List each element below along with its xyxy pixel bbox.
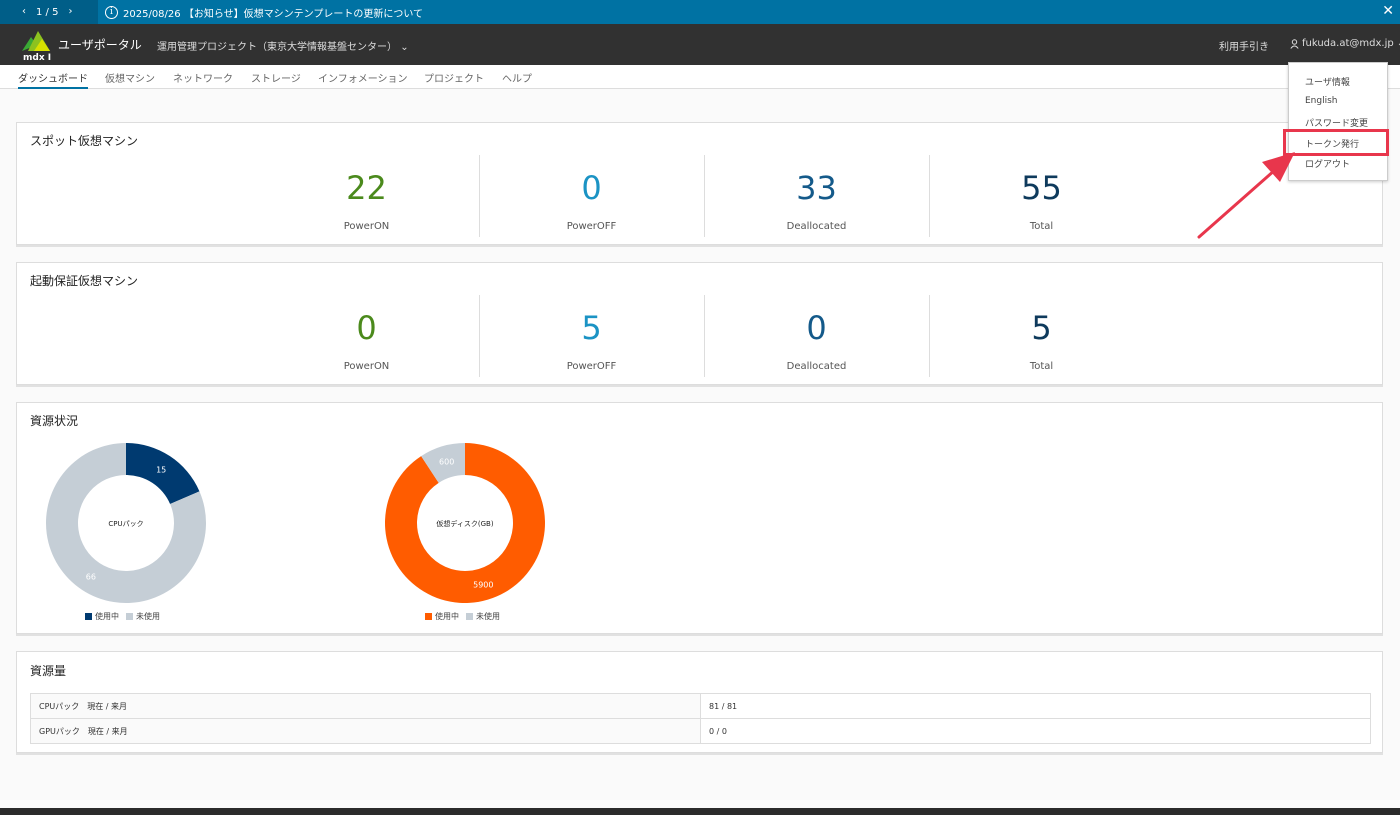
stat-label: Deallocated [786, 221, 847, 232]
tab-information[interactable]: インフォメーション [318, 70, 408, 89]
stat-value: 5 [1031, 309, 1052, 347]
stat-label: PowerON [343, 361, 390, 372]
legend-item-used[interactable]: 使用中 [85, 611, 119, 622]
legend-label: 未使用 [476, 612, 500, 621]
legend-label: 使用中 [435, 612, 459, 621]
stat-value: 5 [581, 309, 602, 347]
menu-item-user-info[interactable]: ユーザ情報 [1305, 75, 1350, 88]
annotation-arrow-icon [1197, 152, 1295, 239]
stat-label: PowerOFF [566, 361, 617, 372]
resource-status-card: 資源状況 CPUパック 15 66 使用中 未使用 仮想ディスク(GB) 590… [16, 402, 1383, 634]
stat-total: 55 Total [929, 155, 1154, 237]
main-nav: ダッシュボード 仮想マシン ネットワーク ストレージ インフォメーション プロジ… [0, 65, 1400, 89]
stat-label: PowerON [343, 221, 390, 232]
table-cell-value: 0 / 0 [700, 718, 1371, 744]
resource-amount-table: CPUパック 現在 / 来月 81 / 81 GPUパック 現在 / 来月 0 … [30, 693, 1371, 744]
cpu-unused-value: 66 [86, 572, 96, 581]
notice-pager: ‹ 1 / 5 › [0, 0, 98, 24]
stat-label: Total [1029, 361, 1054, 372]
prev-notice-button[interactable]: ‹ [22, 6, 26, 18]
project-selector[interactable]: 運用管理プロジェクト（東京大学情報基盤センター） ⌄ [157, 38, 409, 53]
tab-virtual-machines[interactable]: 仮想マシン [105, 70, 155, 89]
disk-unused-value: 600 [439, 458, 454, 467]
menu-item-logout[interactable]: ログアウト [1305, 157, 1350, 170]
tab-network[interactable]: ネットワーク [173, 70, 233, 89]
user-email: fukuda.at@mdx.jp [1302, 38, 1394, 49]
resource-amount-card: 資源量 CPUパック 現在 / 来月 81 / 81 GPUパック 現在 / 来… [16, 651, 1383, 753]
project-name: 運用管理プロジェクト（東京大学情報基盤センター） [157, 42, 397, 53]
menu-item-change-password[interactable]: パスワード変更 [1305, 116, 1368, 129]
disk-used-value: 5900 [473, 580, 493, 589]
app-header: mdx I ユーザポータル 運用管理プロジェクト（東京大学情報基盤センター） ⌄… [0, 24, 1400, 65]
stat-value: 33 [796, 169, 837, 207]
app-title[interactable]: ユーザポータル [58, 36, 142, 53]
table-cell-key: CPUパック 現在 / 来月 [30, 693, 701, 719]
card-title: 起動保証仮想マシン [30, 274, 139, 288]
legend-item-unused[interactable]: 未使用 [126, 611, 160, 622]
table-row: GPUパック 現在 / 来月 0 / 0 [30, 718, 1371, 744]
stat-total: 5 Total [929, 295, 1154, 377]
cpu-used-value: 15 [156, 466, 166, 475]
stat-power-on: 22 PowerON [254, 155, 479, 237]
card-title: 資源状況 [30, 414, 79, 428]
stat-power-on: 0 PowerON [254, 295, 479, 377]
cpu-donut-chart[interactable]: CPUパック 15 66 [45, 442, 207, 604]
card-title: 資源量 [30, 664, 67, 678]
tab-storage[interactable]: ストレージ [251, 70, 301, 89]
stat-value: 0 [581, 169, 602, 207]
spot-vm-card: スポット仮想マシン 22 PowerON 0 PowerOFF 33 Deall… [16, 122, 1383, 245]
stat-deallocated: 33 Deallocated [704, 155, 929, 237]
table-cell-key: GPUパック 現在 / 来月 [30, 718, 701, 744]
legend-item-used[interactable]: 使用中 [425, 611, 459, 622]
stat-value: 22 [346, 169, 387, 207]
notice-text[interactable]: 2025/08/26 【お知らせ】仮想マシンテンプレートの更新について [123, 5, 423, 20]
mdx-logo[interactable]: mdx I [20, 27, 54, 61]
cpu-legend: 使用中 未使用 [85, 611, 160, 622]
tab-dashboard[interactable]: ダッシュボード [18, 70, 88, 89]
user-menu-button[interactable]: fukuda.at@mdx.jp ⌄ [1290, 38, 1400, 49]
stat-deallocated: 0 Deallocated [704, 295, 929, 377]
stat-label: Deallocated [786, 361, 847, 372]
legend-swatch [466, 613, 473, 620]
manual-link[interactable]: 利用手引き [1219, 38, 1269, 53]
legend-swatch [425, 613, 432, 620]
legend-swatch [85, 613, 92, 620]
stat-power-off: 5 PowerOFF [479, 295, 704, 377]
tab-project[interactable]: プロジェクト [424, 70, 484, 89]
next-notice-button[interactable]: › [68, 6, 72, 18]
logo-text: mdx I [23, 53, 51, 61]
table-cell-value: 81 / 81 [700, 693, 1371, 719]
legend-swatch [126, 613, 133, 620]
legend-item-unused[interactable]: 未使用 [466, 611, 500, 622]
card-title: スポット仮想マシン [30, 134, 139, 148]
stat-value: 0 [806, 309, 827, 347]
disk-legend: 使用中 未使用 [425, 611, 500, 622]
legend-label: 使用中 [95, 612, 119, 621]
stat-power-off: 0 PowerOFF [479, 155, 704, 237]
guaranteed-vm-card: 起動保証仮想マシン 0 PowerON 5 PowerOFF 0 Dealloc… [16, 262, 1383, 385]
cpu-center-label: CPUパック [108, 520, 143, 528]
info-icon: i [105, 5, 118, 19]
stat-label: Total [1029, 221, 1054, 232]
disk-donut-chart[interactable]: 仮想ディスク(GB) 5900 600 [384, 442, 546, 604]
disk-center-label: 仮想ディスク(GB) [436, 519, 493, 528]
chevron-down-icon: ⌄ [400, 42, 409, 53]
close-notice-button[interactable]: ✕ [1382, 3, 1394, 19]
tab-help[interactable]: ヘルプ [502, 70, 532, 89]
stat-value: 55 [1021, 169, 1062, 207]
stat-label: PowerOFF [566, 221, 617, 232]
stat-value: 0 [356, 309, 377, 347]
menu-item-english[interactable]: English [1305, 96, 1338, 106]
table-row: CPUパック 現在 / 来月 81 / 81 [30, 693, 1371, 719]
notice-bar: ‹ 1 / 5 › i 2025/08/26 【お知らせ】仮想マシンテンプレート… [0, 0, 1400, 24]
bottom-edge [0, 808, 1400, 815]
user-icon [1290, 38, 1299, 49]
notice-page-count: 1 / 5 [36, 6, 59, 18]
legend-label: 未使用 [136, 612, 160, 621]
